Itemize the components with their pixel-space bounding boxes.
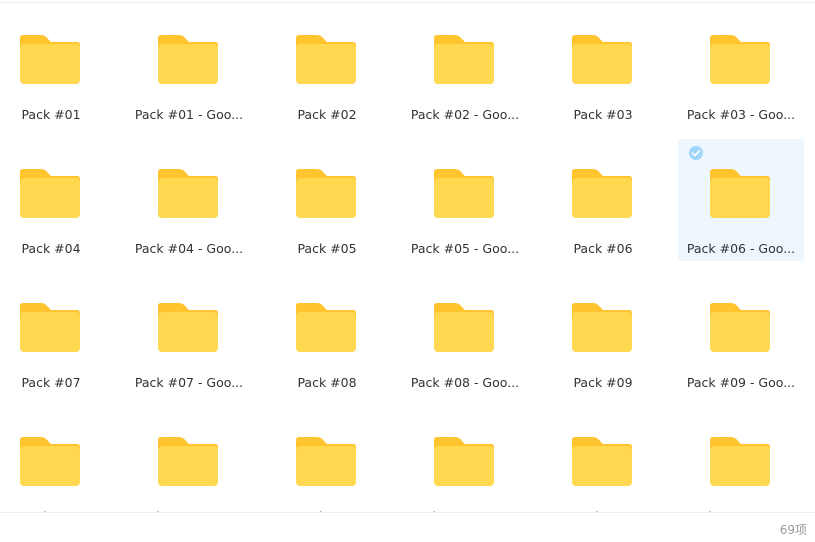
folder-icon bbox=[20, 303, 80, 352]
folder-label: Pack #06 bbox=[573, 241, 633, 256]
folder-icon bbox=[158, 437, 218, 486]
folder-icon bbox=[296, 169, 356, 218]
folder-item[interactable]: Pack #05 - Goo... bbox=[402, 139, 528, 261]
folder-label: Pack #01 bbox=[21, 107, 81, 122]
folder-item[interactable]: Pack #08 - Goo... bbox=[402, 273, 528, 395]
folder-label: Pack #03 bbox=[573, 107, 633, 122]
folder-label: Pack #09 bbox=[573, 375, 633, 390]
folder-item[interactable]: Pack #02 bbox=[264, 5, 390, 127]
folder-item[interactable]: Pack #01 - Goo... bbox=[126, 5, 252, 127]
folder-item[interactable]: Pack #06 bbox=[540, 139, 666, 261]
folder-item[interactable]: Pack #12 - Goo... bbox=[678, 407, 804, 512]
folder-icon bbox=[572, 437, 632, 486]
folder-icon bbox=[20, 169, 80, 218]
folder-label: Pack #07 - Goo... bbox=[134, 375, 244, 390]
folder-item[interactable]: Pack #12 bbox=[540, 407, 666, 512]
folder-item[interactable]: Pack #05 bbox=[264, 139, 390, 261]
folder-label: Pack #04 - Goo... bbox=[134, 241, 244, 256]
folder-icon bbox=[434, 35, 494, 84]
folder-icon bbox=[20, 437, 80, 486]
folder-icon bbox=[572, 303, 632, 352]
folder-icon bbox=[710, 303, 770, 352]
selected-check-icon[interactable] bbox=[688, 145, 704, 161]
folder-icon bbox=[296, 303, 356, 352]
folder-label: Pack #05 bbox=[297, 241, 357, 256]
folder-item[interactable]: Pack #03 - Goo... bbox=[678, 5, 804, 127]
folder-icon bbox=[710, 35, 770, 84]
folder-label: Pack #06 - Goo... bbox=[686, 241, 796, 256]
folder-icon bbox=[434, 437, 494, 486]
folder-icon bbox=[710, 437, 770, 486]
folder-item[interactable]: Pack #10 bbox=[0, 407, 114, 512]
folder-label: Pack #08 - Goo... bbox=[410, 375, 520, 390]
folder-icon bbox=[158, 35, 218, 84]
item-count: 69项 bbox=[779, 523, 807, 537]
folder-item[interactable]: Pack #09 - Goo... bbox=[678, 273, 804, 395]
folder-label: Pack #02 - Goo... bbox=[410, 107, 520, 122]
folder-label: Pack #07 bbox=[21, 375, 81, 390]
folder-item[interactable]: Pack #01 bbox=[0, 5, 114, 127]
folder-item[interactable]: Pack #02 - Goo... bbox=[402, 5, 528, 127]
folder-grid: Pack #01 Pack #01 - Goo... Pack #02 Pack #0… bbox=[0, 3, 815, 512]
folder-icon bbox=[572, 35, 632, 84]
folder-item[interactable]: Pack #06 - Goo... bbox=[678, 139, 804, 261]
folder-label: Pack #08 bbox=[297, 375, 357, 390]
folder-label: Pack #03 - Goo... bbox=[686, 107, 796, 122]
folder-icon bbox=[710, 169, 770, 218]
folder-item[interactable]: Pack #09 bbox=[540, 273, 666, 395]
folder-icon bbox=[572, 169, 632, 218]
status-bar: 69项 bbox=[0, 512, 815, 542]
folder-item[interactable]: Pack #04 bbox=[0, 139, 114, 261]
folder-icon bbox=[296, 35, 356, 84]
folder-item[interactable]: Pack #10 - Goo... bbox=[126, 407, 252, 512]
folder-label: Pack #09 - Goo... bbox=[686, 375, 796, 390]
folder-item[interactable]: Pack #11 bbox=[264, 407, 390, 512]
folder-item[interactable]: Pack #08 bbox=[264, 273, 390, 395]
folder-item[interactable]: Pack #07 - Goo... bbox=[126, 273, 252, 395]
folder-label: Pack #05 - Goo... bbox=[410, 241, 520, 256]
folder-item[interactable]: Pack #07 bbox=[0, 273, 114, 395]
folder-label: Pack #02 bbox=[297, 107, 357, 122]
folder-icon bbox=[296, 437, 356, 486]
folder-item[interactable]: Pack #03 bbox=[540, 5, 666, 127]
folder-label: Pack #01 - Goo... bbox=[134, 107, 244, 122]
folder-icon bbox=[20, 35, 80, 84]
folder-item[interactable]: Pack #04 - Goo... bbox=[126, 139, 252, 261]
folder-label: Pack #04 bbox=[21, 241, 81, 256]
folder-icon bbox=[434, 303, 494, 352]
folder-icon bbox=[434, 169, 494, 218]
folder-icon bbox=[158, 303, 218, 352]
folder-item[interactable]: Pack #11 - Goo... bbox=[402, 407, 528, 512]
folder-icon bbox=[158, 169, 218, 218]
folder-grid-viewport[interactable]: Pack #01 Pack #01 - Goo... Pack #02 Pack #0… bbox=[0, 3, 815, 512]
